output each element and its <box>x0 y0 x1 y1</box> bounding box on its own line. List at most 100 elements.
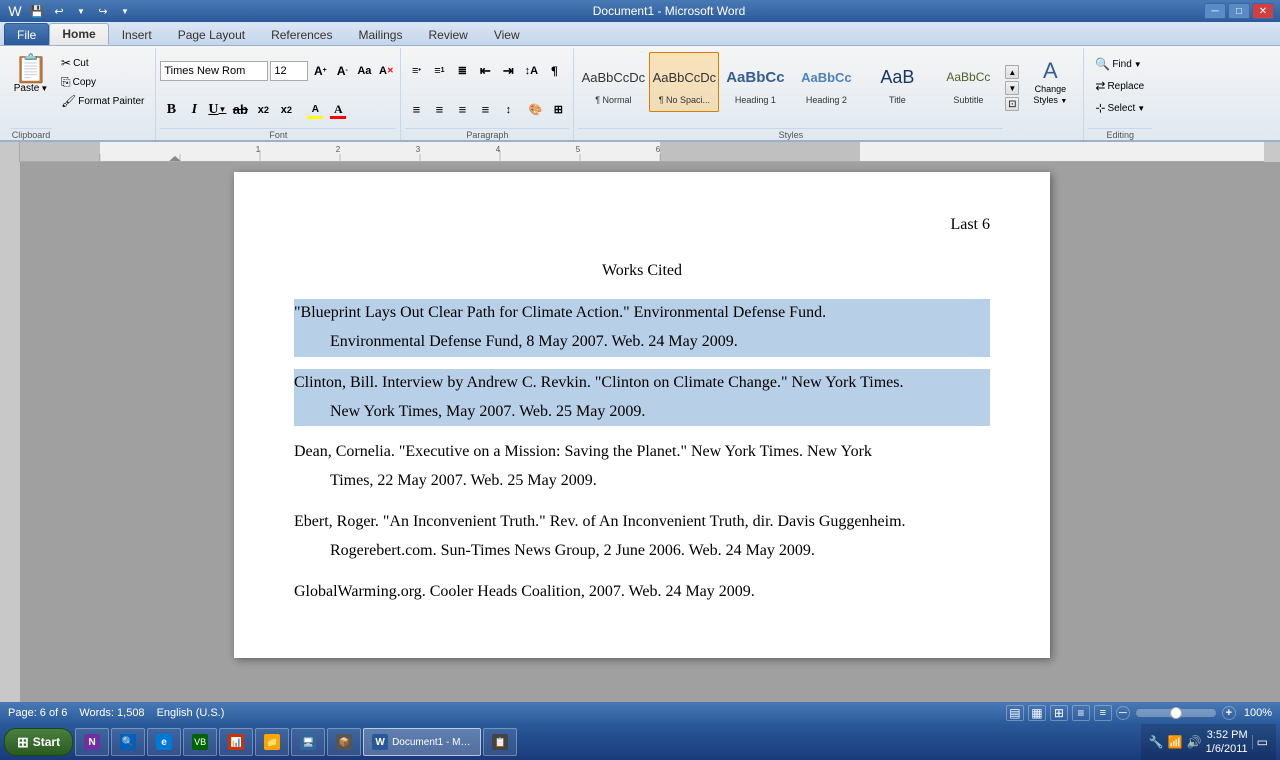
style-heading2[interactable]: AaBbCc Heading 2 <box>791 52 861 112</box>
shrink-font-button[interactable]: A- <box>332 61 352 81</box>
copy-button[interactable]: ⎘ Copy <box>56 73 149 91</box>
works-cited-title[interactable]: Works Cited <box>294 258 990 284</box>
style-normal[interactable]: AaBbCcDc ¶ Normal <box>578 52 648 112</box>
bib-entry-3-line1[interactable]: Dean, Cornelia. "Executive on a Mission:… <box>294 438 990 467</box>
align-right-button[interactable]: ≡ <box>451 99 473 121</box>
select-button[interactable]: ⊹ Select ▼ <box>1090 98 1150 118</box>
show-desktop-icon[interactable]: ▭ <box>1252 735 1268 749</box>
bib-entry-1-line2[interactable]: Environmental Defense Fund, 8 May 2007. … <box>294 328 990 357</box>
zoom-slider[interactable] <box>1136 709 1216 717</box>
minimize-button[interactable]: ─ <box>1204 3 1226 19</box>
style-title[interactable]: AaB Title <box>862 52 932 112</box>
clear-formatting-button[interactable]: A✕ <box>376 61 396 81</box>
italic-button[interactable]: I <box>183 99 205 121</box>
start-button[interactable]: ⊞ Start <box>4 728 73 756</box>
align-left-button[interactable]: ≡ <box>405 99 427 121</box>
tab-mailings[interactable]: Mailings <box>345 23 415 45</box>
taskbar-onenote[interactable]: N <box>75 728 109 756</box>
tab-home[interactable]: Home <box>49 23 108 45</box>
styles-expand[interactable]: ⊡ <box>1005 97 1019 111</box>
numbering-button[interactable]: ≡1 <box>428 60 450 82</box>
zoom-in-btn[interactable]: + <box>1222 706 1236 720</box>
tab-insert[interactable]: Insert <box>109 23 165 45</box>
justify-button[interactable]: ≡ <box>474 99 496 121</box>
format-painter-button[interactable]: 🖌 Format Painter <box>56 92 149 110</box>
quick-save[interactable]: 💾 <box>28 3 46 19</box>
copy-label: Copy <box>73 77 96 88</box>
subscript-button[interactable]: x2 <box>252 99 274 121</box>
cut-button[interactable]: ✂ Cut <box>56 54 149 72</box>
taskbar-search[interactable]: 🔍 <box>111 728 145 756</box>
restore-button[interactable]: □ <box>1228 3 1250 19</box>
bib-entry-3-line2[interactable]: Times, 22 May 2007. Web. 25 May 2009. <box>294 467 990 496</box>
increase-indent-button[interactable]: ⇥ <box>497 60 519 82</box>
bib-entry-4-line1[interactable]: Ebert, Roger. "An Inconvenient Truth." R… <box>294 508 990 537</box>
tab-review[interactable]: Review <box>415 23 480 45</box>
select-dropdown[interactable]: ▼ <box>1137 104 1145 113</box>
paste-dropdown-icon[interactable]: ▼ <box>40 84 48 93</box>
taskbar-app10[interactable]: 📋 <box>483 728 517 756</box>
superscript-button[interactable]: x2 <box>275 99 297 121</box>
text-highlight-button[interactable]: A <box>304 99 326 121</box>
tab-references[interactable]: References <box>258 23 345 45</box>
view-draft-btn[interactable]: ≡ <box>1094 705 1112 721</box>
bib-entry-4-line2[interactable]: Rogerebert.com. Sun-Times News Group, 2 … <box>294 537 990 566</box>
bib-entry-2-line1[interactable]: Clinton, Bill. Interview by Andrew C. Re… <box>294 369 990 398</box>
bib-entry-2-line2[interactable]: New York Times, May 2007. Web. 25 May 20… <box>294 398 990 427</box>
view-web-btn[interactable]: ⊞ <box>1050 705 1068 721</box>
font-family-input[interactable] <box>160 61 268 81</box>
style-nospace[interactable]: AaBbCcDc ¶ No Spaci... <box>649 52 719 112</box>
change-styles-button[interactable]: A ChangeStyles ▼ <box>1021 50 1079 114</box>
taskbar-app8[interactable]: 📦 <box>327 728 361 756</box>
align-center-button[interactable]: ≡ <box>428 99 450 121</box>
styles-scroll-down[interactable]: ▼ <box>1005 81 1019 95</box>
taskbar-app7[interactable]: 🖥 <box>291 728 325 756</box>
decrease-indent-button[interactable]: ⇤ <box>474 60 496 82</box>
bullets-button[interactable]: ≡• <box>405 60 427 82</box>
find-button[interactable]: 🔍 Find ▼ <box>1090 54 1150 74</box>
document-scroll[interactable]: Last 6 Works Cited "Blueprint Lays Out C… <box>20 162 1264 702</box>
view-outline-btn[interactable]: ≡ <box>1072 705 1090 721</box>
change-case-button[interactable]: Aa <box>354 61 374 81</box>
tab-file[interactable]: File <box>4 23 49 45</box>
underline-button[interactable]: U▼ <box>206 99 228 121</box>
grow-font-button[interactable]: A+ <box>310 61 330 81</box>
quick-undo[interactable]: ↩ <box>50 3 68 19</box>
style-subtitle[interactable]: AaBbCc Subtitle <box>933 52 1003 112</box>
borders-button[interactable]: ⊞ <box>547 99 569 121</box>
sort-button[interactable]: ↕A <box>520 60 542 82</box>
bib-entry-5-line1[interactable]: GlobalWarming.org. Cooler Heads Coalitio… <box>294 578 990 607</box>
bold-button[interactable]: B <box>160 99 182 121</box>
taskbar-word-active[interactable]: W Document1 - Micro... <box>363 728 481 756</box>
font-size-input[interactable] <box>270 61 308 81</box>
font-color-button[interactable]: A <box>327 99 349 121</box>
multilevel-button[interactable]: ≣ <box>451 60 473 82</box>
bib-entry-1-line1[interactable]: "Blueprint Lays Out Clear Path for Clima… <box>294 299 990 328</box>
taskbar-app5[interactable]: 📊 <box>219 728 253 756</box>
style-heading1[interactable]: AaBbCc Heading 1 <box>720 52 790 112</box>
replace-button[interactable]: ⇄ Replace <box>1090 76 1150 96</box>
paste-button[interactable]: 📋 Paste ▼ <box>10 52 52 108</box>
tab-view[interactable]: View <box>481 23 533 45</box>
zoom-out-btn[interactable]: ─ <box>1116 706 1130 720</box>
show-hide-button[interactable]: ¶ <box>543 60 565 82</box>
find-dropdown[interactable]: ▼ <box>1134 60 1142 69</box>
styles-scroll-up[interactable]: ▲ <box>1005 65 1019 79</box>
taskbar-vbe[interactable]: VB <box>183 728 217 756</box>
close-button[interactable]: ✕ <box>1252 3 1274 19</box>
view-normal-btn[interactable]: ▤ <box>1006 705 1024 721</box>
taskbar-ie[interactable]: e <box>147 728 181 756</box>
tab-pagelayout[interactable]: Page Layout <box>165 23 258 45</box>
taskbar-app6[interactable]: 📁 <box>255 728 289 756</box>
quick-customize[interactable]: ▼ <box>116 3 134 19</box>
left-margin-bar <box>0 162 20 702</box>
strikethrough-button[interactable]: ab <box>229 99 251 121</box>
shading-button[interactable]: 🎨 <box>524 99 546 121</box>
quick-redo[interactable]: ↪ <box>94 3 112 19</box>
view-layout-btn[interactable]: ▦ <box>1028 705 1046 721</box>
zoom-handle[interactable] <box>1170 707 1182 719</box>
vbe-icon: VB <box>192 734 208 750</box>
quick-undo-arrow[interactable]: ▼ <box>72 3 90 19</box>
line-spacing-button[interactable]: ↕ <box>497 99 519 121</box>
style-normal-preview: AaBbCcDc <box>581 59 645 95</box>
